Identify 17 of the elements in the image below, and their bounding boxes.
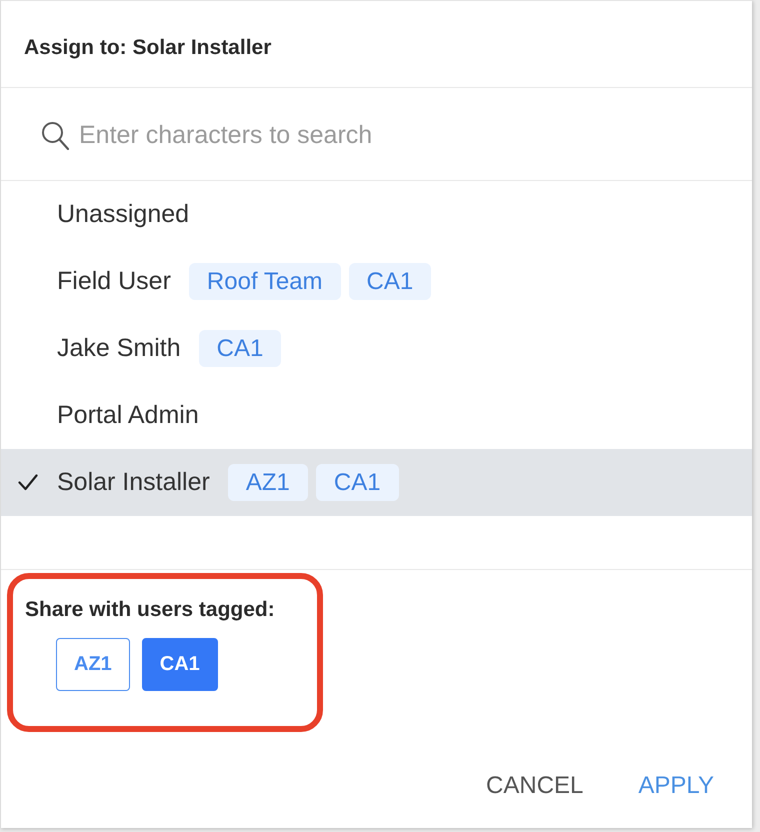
user-tag: CA1	[198, 330, 282, 367]
tag-toggle[interactable]: CA1	[142, 638, 218, 691]
cancel-button[interactable]: CANCEL	[470, 762, 600, 810]
share-label: Share with users tagged:	[25, 598, 276, 622]
user-tag: CA1	[348, 263, 432, 300]
search-icon	[41, 120, 69, 150]
checkmark-icon	[18, 474, 38, 491]
dialog-title: Assign to: Solar Installer	[24, 36, 272, 60]
user-list-item[interactable]: Field User Roof Team CA1	[1, 248, 752, 315]
user-list-item[interactable]: Unassigned	[1, 181, 752, 248]
search-field[interactable]: Enter characters to search	[79, 116, 732, 154]
user-tag: CA1	[316, 464, 399, 501]
user-list-item[interactable]: Jake Smith CA1	[1, 315, 752, 382]
user-tag: AZ1	[228, 464, 308, 501]
user-list-item[interactable]: Portal Admin	[1, 382, 752, 449]
user-tag: Roof Team	[188, 263, 341, 300]
user-list-item[interactable]: Solar Installer AZ1 CA1	[1, 449, 752, 516]
